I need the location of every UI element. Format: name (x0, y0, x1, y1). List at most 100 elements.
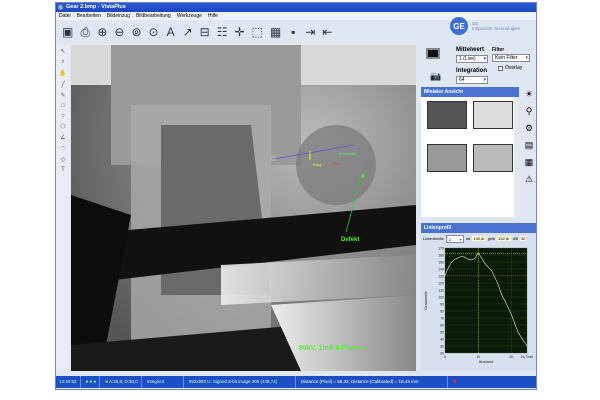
hand-icon[interactable]: ✋ (59, 70, 66, 77)
y-tick-label: 30 (440, 344, 444, 348)
live-monitor-icon[interactable] (426, 48, 440, 59)
filter-select[interactable]: Kein Filter (492, 54, 530, 62)
check-icon: ■ (105, 379, 108, 384)
print-icon[interactable]: ⎙ (80, 25, 91, 40)
data-point (494, 277, 496, 278)
data-point (501, 293, 502, 295)
menu-bildeinzug[interactable]: Bildeinzug (107, 12, 130, 20)
y-tick-label: 150 (438, 260, 444, 264)
monitor-icon[interactable]: ▪ (288, 25, 298, 39)
data-point (467, 258, 469, 260)
angle-icon[interactable]: ∠ (60, 134, 65, 141)
export-icon[interactable]: ⇥ (305, 25, 315, 39)
menu-hilfe[interactable]: Hilfe (208, 12, 218, 20)
grid-icon[interactable]: ▦ (270, 25, 281, 39)
warning-icon[interactable]: ⚠ (525, 174, 533, 185)
edit-status-icon[interactable]: ■ (90, 379, 93, 384)
zoom-out-icon[interactable]: ⊖ (114, 25, 124, 39)
zoom-100-icon[interactable]: ⊙ (149, 25, 159, 39)
linienprofil-panel: Linienprofil Linienbreite 2 rot 130,6r g… (421, 223, 536, 371)
data-point (526, 345, 528, 347)
comment-icon[interactable]: ▣ (62, 25, 73, 39)
ge-logo: GE (450, 17, 469, 35)
data-point (454, 258, 456, 260)
status-image-info: 992x992 U: Signed 8-bit image 206 (446,7… (186, 376, 296, 388)
data-point (457, 257, 459, 259)
pointer-icon[interactable]: ↖ (60, 48, 65, 55)
globe-icon[interactable]: ● (94, 379, 97, 384)
mittelwert-select[interactable]: 1 (Live) (456, 55, 488, 63)
data-point (461, 256, 462, 257)
y-tick-label: 160 (438, 253, 444, 257)
menu-bildbearbeitung[interactable]: Bildbearbeitung (136, 12, 171, 20)
integration-select[interactable]: 64 (456, 76, 488, 84)
menu-bearbeiten[interactable]: Bearbeiten (77, 12, 101, 20)
gelb-value: 162,6r (497, 236, 511, 241)
zoom-in-icon[interactable]: ⊕ (97, 25, 107, 39)
rect-icon[interactable]: □ (61, 103, 65, 109)
status-time: 13:40:52 (56, 376, 81, 388)
status-distance: Distance (Pixel) = 56,32; Distance (Cali… (298, 376, 448, 388)
tool-strip: ↖ ⌕ ✋ ╱ ✎ □ ○ ⬠ ∠ ◠ ◇ T (56, 45, 70, 371)
thumbnail-3[interactable] (427, 144, 467, 172)
document-icon[interactable]: ▤ (525, 140, 534, 151)
fill-icon[interactable]: ◇ (61, 156, 66, 163)
camera-icon[interactable]: 📷 (430, 71, 441, 82)
data-point (477, 252, 479, 254)
y-tick-label: 120 (438, 281, 444, 285)
status-coords: ■ A:36,8; D:30,0 (102, 376, 142, 388)
data-point (521, 337, 522, 338)
plot-area (445, 248, 527, 353)
right-panel: Mittelwert 1 (Live) Filter Kein Filter 📷… (418, 45, 536, 375)
window-title: Gear 2.bmp - VistaPlus (66, 4, 126, 10)
ellipse-icon[interactable]: ○ (61, 113, 65, 119)
menu-werkzeuge[interactable]: Werkzeuge (177, 12, 202, 20)
annotation-steg[interactable]: Steg (313, 162, 321, 167)
error-icon[interactable]: ● (450, 376, 460, 388)
annotation-intensity[interactable]: Intensität (339, 151, 355, 156)
annotation-defect[interactable]: Defekt (341, 237, 359, 243)
arc-icon[interactable]: ◠ (60, 145, 65, 152)
select-icon[interactable]: ⬚ (252, 25, 263, 39)
y-tick-label: 130 (438, 274, 444, 278)
line-icon[interactable]: ╱ (61, 81, 65, 88)
thumbnail-1[interactable] (427, 101, 467, 129)
overlay-label: Overlay (505, 65, 523, 71)
text-tool-icon[interactable]: T (61, 167, 65, 173)
grid-view-icon[interactable]: ▦ (525, 157, 534, 168)
menu-datei[interactable]: Datei (59, 12, 71, 20)
overlay-checkbox[interactable]: Overlay (498, 65, 522, 71)
profile-icon[interactable]: ☷ (217, 25, 228, 39)
polygon-icon[interactable]: ⬠ (60, 123, 65, 130)
thumbnail-4[interactable] (473, 144, 513, 172)
linienprofil-title: Linienprofil (421, 223, 536, 233)
data-point (481, 257, 482, 259)
gear-icon[interactable]: ⚙ (525, 123, 533, 134)
status-mode: Integriert (144, 376, 184, 388)
x-axis-label: Abstand (479, 359, 494, 364)
ge-brand: GE GE Inspection Technologies (450, 17, 520, 35)
crosshair-icon[interactable]: ✛ (234, 25, 244, 39)
search-icon[interactable]: ⚲ (526, 106, 533, 117)
xray-image-view[interactable]: Intensität Steg Rot Defekt 80kV, 1mA 8 F… (71, 45, 416, 371)
linienbreite-input[interactable]: 2 (445, 234, 464, 243)
zoom-icon[interactable]: ⌕ (61, 59, 64, 66)
y-tick-label: 90 (440, 302, 444, 306)
diff-label: diff (512, 236, 518, 241)
pen-icon[interactable]: ✎ (60, 92, 65, 99)
gelb-label: gelb (487, 236, 496, 241)
thumbnail-2[interactable] (473, 101, 513, 129)
arrow-icon[interactable]: ↗ (183, 25, 193, 39)
save-status-icon[interactable]: ■ (86, 379, 89, 384)
text-icon[interactable]: A (166, 25, 176, 39)
import-icon[interactable]: ⇤ (322, 25, 332, 39)
annotation-rot[interactable]: Rot (333, 161, 339, 166)
data-point (487, 266, 489, 268)
miniatur-scrollbar[interactable] (514, 97, 519, 217)
zoom-fit-icon[interactable]: ⊚ (131, 25, 141, 39)
image-caption[interactable]: 80kV, 1mA 8 Frames (299, 345, 366, 352)
app-window: Gear 2.bmp - VistaPlus Datei Bearbeiten … (55, 2, 537, 390)
measure-icon[interactable]: ⊟ (200, 25, 210, 39)
brightness-icon[interactable]: ☀ (525, 89, 533, 100)
data-point (484, 263, 486, 264)
